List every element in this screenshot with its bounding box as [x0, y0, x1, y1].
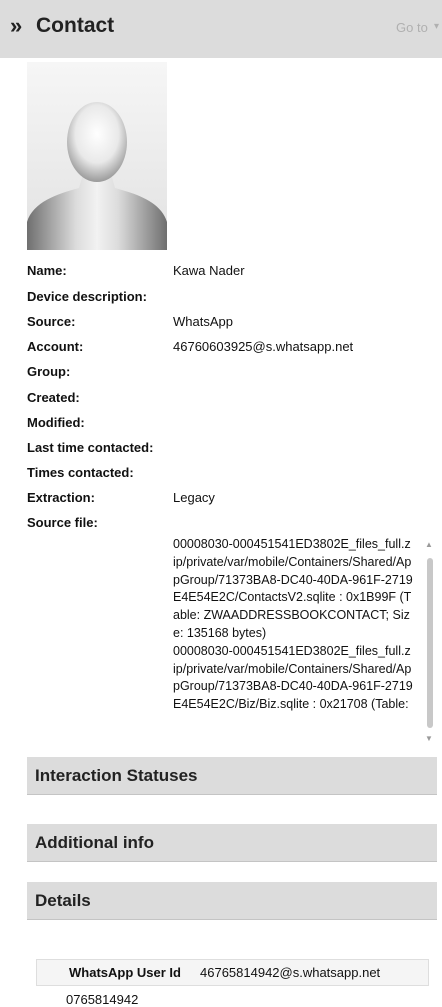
- chevron-down-icon[interactable]: ▾: [434, 21, 439, 32]
- field-label: Extraction:: [27, 490, 95, 505]
- field-value: Kawa Nader: [173, 263, 245, 278]
- page-title: Contact: [36, 14, 115, 37]
- scroll-down-icon[interactable]: ▼: [425, 734, 433, 743]
- field-label: Account:: [27, 339, 84, 354]
- field-label: Device description:: [27, 289, 147, 304]
- contact-header[interactable]: » Contact Go to ▾: [0, 0, 442, 58]
- person-silhouette-icon: [27, 62, 167, 250]
- field-label: Times contacted:: [27, 465, 134, 480]
- section-title: Additional info: [35, 833, 154, 852]
- field-value: WhatsApp: [173, 314, 233, 329]
- section-title: Details: [35, 891, 91, 910]
- details-table-row: WhatsApp User Id 46765814942@s.whatsapp.…: [36, 959, 429, 986]
- field-label: Source:: [27, 314, 76, 329]
- field-label: Last time contacted:: [27, 440, 154, 455]
- details-value: 46765814942@s.whatsapp.net: [200, 965, 381, 980]
- field-value[interactable]: 46760603925@s.whatsapp.net: [173, 339, 353, 354]
- details-extra-value: 0765814942: [66, 992, 139, 1007]
- section-interaction-statuses[interactable]: Interaction Statuses: [27, 757, 437, 795]
- collapse-chevron-icon[interactable]: »: [10, 13, 22, 39]
- scroll-up-icon[interactable]: ▲: [425, 540, 433, 549]
- field-label: Source file:: [27, 515, 98, 530]
- section-title: Interaction Statuses: [35, 766, 198, 785]
- source-file-scrollbox[interactable]: 00008030-000451541ED3802E_files_full.zip…: [173, 536, 435, 748]
- field-label: Name:: [27, 263, 67, 278]
- section-details[interactable]: Details: [27, 882, 437, 920]
- field-value: Legacy: [173, 490, 215, 505]
- scrollbar-thumb[interactable]: [427, 558, 433, 728]
- field-label: Modified:: [27, 415, 85, 430]
- contact-avatar: [27, 62, 167, 250]
- field-label: Group:: [27, 364, 71, 379]
- field-label: Created:: [27, 390, 80, 405]
- goto-menu[interactable]: Go to: [396, 20, 428, 35]
- details-key: WhatsApp User Id: [69, 965, 181, 980]
- source-file-text[interactable]: 00008030-000451541ED3802E_files_full.zip…: [173, 536, 413, 714]
- section-additional-info[interactable]: Additional info: [27, 824, 437, 862]
